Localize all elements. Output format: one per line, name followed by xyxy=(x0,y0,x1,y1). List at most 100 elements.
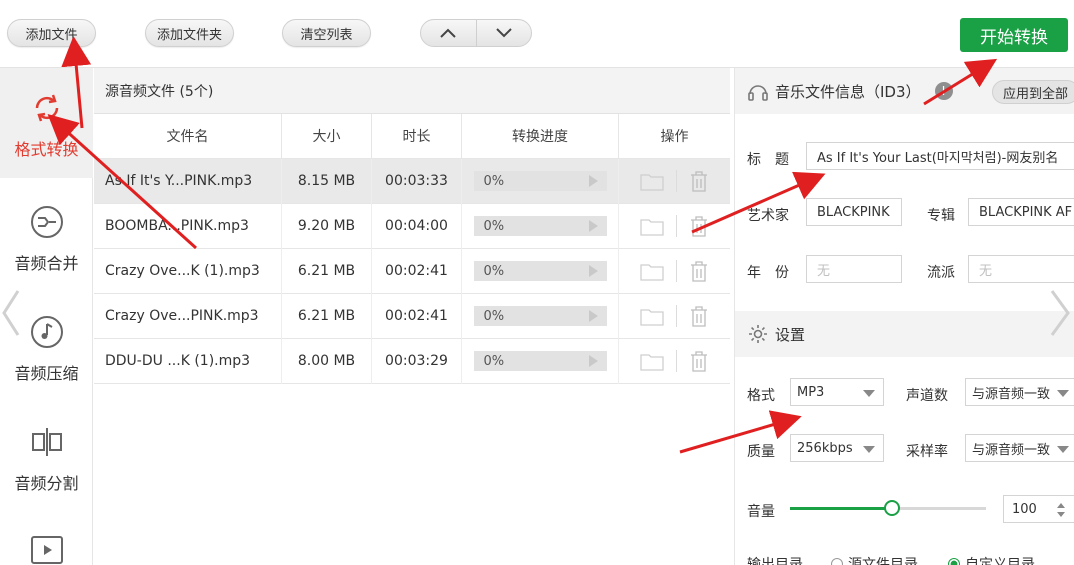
samplerate-select-value: 与源音频一致 xyxy=(972,442,1051,458)
file-duration-cell: 00:03:29 xyxy=(372,338,462,384)
progress-cell: 0% xyxy=(462,203,619,249)
volume-stepper[interactable]: 100 xyxy=(1003,495,1074,523)
file-duration-cell: 00:04:00 xyxy=(372,203,462,249)
table-row[interactable]: BOOMBA...PINK.mp3 9.20 MB 00:04:00 0% xyxy=(94,203,730,249)
file-duration-cell: 00:02:41 xyxy=(372,248,462,294)
progress-text: 0% xyxy=(483,353,505,369)
trash-icon[interactable] xyxy=(689,260,709,282)
year-label: 年 份 xyxy=(747,265,789,281)
channels-select[interactable]: 与源音频一致 xyxy=(965,378,1074,406)
title-field[interactable]: As If It's Your Last(마지막처럼)-网友别名 xyxy=(806,142,1074,170)
progress-text: 0% xyxy=(483,218,505,234)
chevron-down-icon xyxy=(496,28,512,38)
file-name-cell: As If It's Y...PINK.mp3 xyxy=(94,158,282,204)
play-icon[interactable] xyxy=(588,175,598,187)
actions-cell xyxy=(619,249,730,294)
table-row[interactable]: Crazy Ove...K (1).mp3 6.21 MB 00:02:41 0% xyxy=(94,248,730,294)
apply-all-button[interactable]: 应用到全部 xyxy=(991,80,1074,104)
video-play-icon xyxy=(27,532,67,565)
output-dir-label: 输出目录 xyxy=(747,557,803,565)
column-header-actions: 操作 xyxy=(660,129,689,145)
samplerate-select[interactable]: 与源音频一致 xyxy=(965,434,1074,462)
file-name-cell: DDU-DU ...K (1).mp3 xyxy=(94,338,282,384)
file-size-cell: 8.00 MB xyxy=(282,338,372,384)
year-field[interactable]: 无 xyxy=(806,255,902,283)
progress-text: 0% xyxy=(483,308,505,324)
folder-icon[interactable] xyxy=(640,261,664,281)
album-field[interactable]: BLACKPINK AF xyxy=(968,198,1074,226)
chevron-down-icon xyxy=(863,446,875,453)
genre-field[interactable]: 无 xyxy=(968,255,1074,283)
output-source-radio[interactable]: 源文件目录 xyxy=(831,554,918,565)
sidebar-item-audio-split[interactable]: 音频分割 xyxy=(0,402,93,512)
start-convert-button[interactable]: 开始转换 xyxy=(960,18,1068,52)
radio-off-icon xyxy=(831,558,843,565)
progress-bar: 0% xyxy=(473,351,607,371)
format-label: 格式 xyxy=(747,388,775,404)
folder-icon[interactable] xyxy=(640,216,664,236)
play-icon[interactable] xyxy=(588,310,598,322)
trash-icon[interactable] xyxy=(689,305,709,327)
volume-slider[interactable] xyxy=(790,500,986,516)
add-folder-button[interactable]: 添加文件夹 xyxy=(145,19,234,47)
play-icon[interactable] xyxy=(588,220,598,232)
chevron-down-icon xyxy=(863,390,875,397)
move-down-button[interactable] xyxy=(475,20,532,46)
channels-select-value: 与源音频一致 xyxy=(972,386,1051,402)
info-icon[interactable]: ! xyxy=(934,82,953,100)
music-note-icon xyxy=(27,312,67,352)
sidebar-item-label: 音频分割 xyxy=(14,474,79,493)
file-size-cell: 8.15 MB xyxy=(282,158,372,204)
stepper-arrows-icon xyxy=(1057,503,1065,517)
clear-list-button[interactable]: 清空列表 xyxy=(282,19,371,47)
add-file-button[interactable]: 添加文件 xyxy=(7,19,96,47)
move-up-button[interactable] xyxy=(421,20,476,46)
progress-bar: 0% xyxy=(473,171,607,191)
play-icon[interactable] xyxy=(588,265,598,277)
channels-label: 声道数 xyxy=(906,388,948,404)
chevron-down-icon xyxy=(1057,390,1069,397)
folder-icon[interactable] xyxy=(640,306,664,326)
column-header-size: 大小 xyxy=(282,113,372,159)
next-page-icon[interactable] xyxy=(1048,288,1072,342)
settings-header-label: 设置 xyxy=(775,325,806,344)
sidebar-item-label: 音频合并 xyxy=(14,254,79,273)
progress-cell: 0% xyxy=(462,158,619,204)
trash-icon[interactable] xyxy=(689,350,709,372)
sidebar-item-video[interactable] xyxy=(0,512,93,565)
folder-icon[interactable] xyxy=(640,351,664,371)
folder-icon[interactable] xyxy=(640,171,664,191)
actions-cell xyxy=(619,339,730,384)
volume-slider-thumb[interactable] xyxy=(883,500,900,516)
split-icon xyxy=(27,422,67,462)
sidebar-item-format-convert[interactable]: 格式转换 xyxy=(0,68,93,178)
file-size-cell: 6.21 MB xyxy=(282,293,372,339)
progress-text: 0% xyxy=(483,173,505,189)
output-custom-radio[interactable]: 自定义目录 xyxy=(948,554,1035,565)
trash-icon[interactable] xyxy=(689,170,709,192)
format-select[interactable]: MP3 xyxy=(790,378,884,406)
quality-select[interactable]: 256kbps xyxy=(790,434,884,462)
sidebar-item-audio-merge[interactable]: 音频合并 xyxy=(0,182,93,292)
output-custom-label: 自定义目录 xyxy=(965,557,1035,565)
actions-cell xyxy=(619,294,730,339)
quality-label: 质量 xyxy=(747,444,775,460)
prev-page-icon[interactable] xyxy=(0,288,22,342)
progress-cell: 0% xyxy=(462,338,619,384)
file-name-cell: Crazy Ove...PINK.mp3 xyxy=(94,293,282,339)
table-row[interactable]: As If It's Y...PINK.mp3 8.15 MB 00:03:33 0% xyxy=(94,158,730,204)
id3-header: 音乐文件信息（ID3） ! 应用到全部 xyxy=(735,68,1074,114)
samplerate-label: 采样率 xyxy=(906,444,948,460)
divider xyxy=(676,350,677,372)
table-row[interactable]: Crazy Ove...PINK.mp3 6.21 MB 00:02:41 0% xyxy=(94,293,730,339)
play-icon[interactable] xyxy=(588,355,598,367)
trash-icon[interactable] xyxy=(689,215,709,237)
divider xyxy=(676,170,677,192)
actions-cell xyxy=(619,159,730,204)
table-row[interactable]: DDU-DU ...K (1).mp3 8.00 MB 00:03:29 0% xyxy=(94,338,730,384)
artist-field[interactable]: BLACKPINK xyxy=(806,198,902,226)
album-label: 专辑 xyxy=(927,208,955,224)
column-header-progress: 转换进度 xyxy=(462,113,619,159)
volume-label: 音量 xyxy=(747,504,775,520)
file-duration-cell: 00:02:41 xyxy=(372,293,462,339)
